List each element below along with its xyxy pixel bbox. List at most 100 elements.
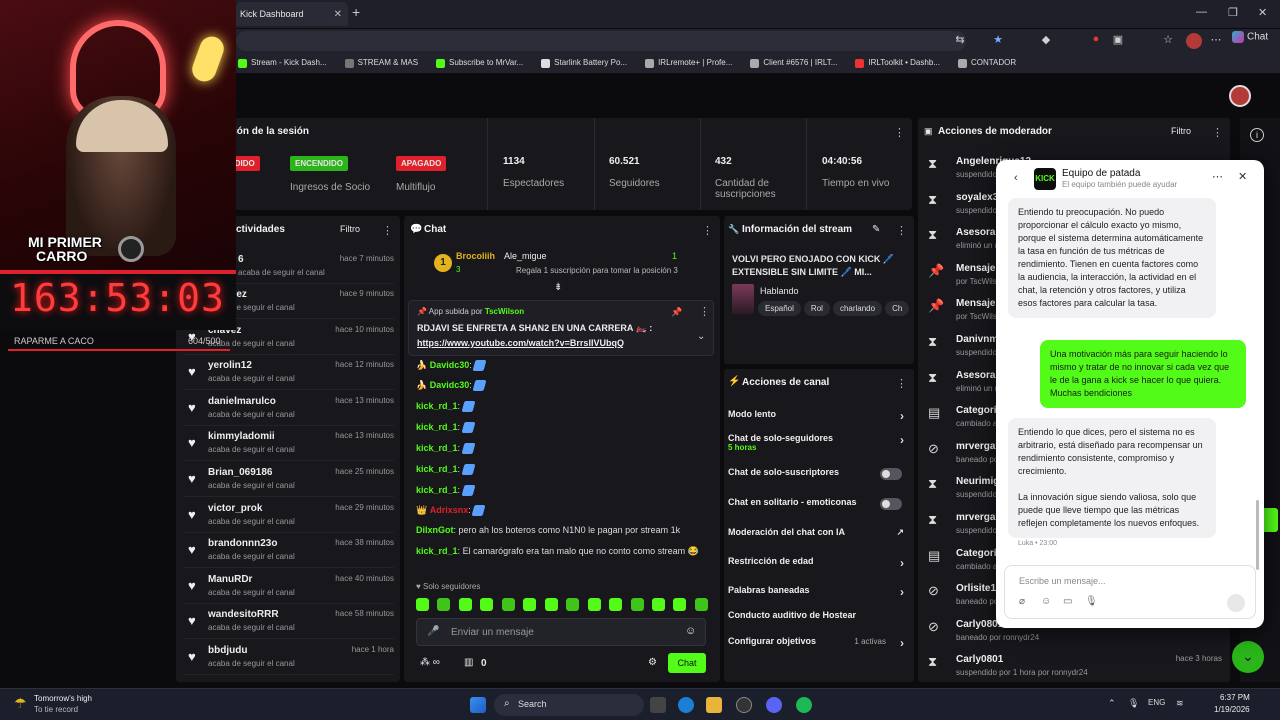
pinned-user[interactable]: TscWilson [485,307,524,316]
more-icon[interactable]: ⋮ [894,126,905,139]
more-icon[interactable]: ⋯ [1208,33,1224,49]
store-icon[interactable]: ▥ [464,657,473,668]
maximize-icon[interactable]: ❐ [1228,6,1238,19]
chat-username[interactable]: kick_rd_1 [416,443,458,453]
chat-input[interactable]: Enviar un mensaje [451,627,534,638]
new-tab-icon[interactable]: + [352,4,360,20]
gift-user[interactable]: Ale_migue [504,251,547,261]
scroll-down-button[interactable]: ⌄ [1232,641,1264,673]
extension-icon[interactable]: ● [1088,33,1104,49]
unpin-icon[interactable]: 📌 [671,307,682,318]
app-icon[interactable] [736,697,752,713]
gear-icon[interactable]: ⚙ [648,657,657,668]
channel-action-item[interactable]: Chat de solo-suscriptores [728,467,908,487]
clock-date[interactable]: 1/19/2026 [1214,705,1250,714]
emote-icon[interactable] [480,598,494,611]
info-icon[interactable]: i [1250,128,1264,142]
tray-chevron-icon[interactable]: ⌃ [1108,698,1116,709]
chat-username[interactable]: Adrixsnx [430,505,469,515]
profile-avatar[interactable] [1186,33,1202,49]
extension-icon[interactable]: ▣ [1110,33,1126,49]
bookmark-item[interactable]: IRLToolkit • Dashb... [855,58,940,68]
chat-username[interactable]: kick_rd_1 [416,422,458,432]
spotify-icon[interactable] [796,697,812,713]
mod-target[interactable]: Neurimig [956,476,999,487]
bookmark-item[interactable]: Starlink Battery Po... [541,58,627,68]
chevron-right-icon[interactable]: › [900,636,904,650]
task-view-icon[interactable] [650,697,666,713]
mic-icon[interactable]: 🎙 [1128,698,1139,709]
mod-target[interactable]: Orlisite1 [956,583,996,594]
close-window-icon[interactable]: ✕ [1258,6,1267,19]
mic-icon[interactable]: 🎙 [1085,596,1098,607]
channel-action-item[interactable]: Moderación del chat con IA ↗ [728,527,908,547]
follower-name[interactable]: yerolin12 [208,360,252,371]
tag[interactable]: Español [758,301,801,316]
translate-icon[interactable]: ⇆ [952,33,968,49]
emote-icon[interactable] [458,598,472,611]
chat-username[interactable]: kick_rd_1 [416,485,458,495]
send-icon[interactable] [1227,594,1245,612]
tag[interactable]: charlando [832,301,883,316]
emote-icon[interactable] [694,598,708,611]
more-icon[interactable]: ⋮ [896,377,907,390]
bookmark-item[interactable]: IRLremote+ | Profe... [645,58,732,68]
wifi-icon[interactable]: ≋ [1176,698,1184,709]
close-tab-icon[interactable]: ✕ [334,9,342,20]
gif-icon[interactable]: ▭ [1063,596,1072,607]
chat-username[interactable]: Davidc30 [430,360,470,370]
follower-name[interactable]: kimmyladomii [208,431,275,442]
more-icon[interactable]: ⋮ [699,305,710,318]
follower-name[interactable]: brandonnn23o [208,538,277,549]
follower-name[interactable]: ManuRDr [208,574,252,585]
more-icon[interactable]: ⋮ [702,224,713,237]
more-icon[interactable]: ⋮ [382,224,393,237]
attach-icon[interactable]: ⌀ [1019,596,1025,607]
bookmark-item[interactable]: Client #6576 | IRLT... [750,58,837,68]
channel-action-item[interactable]: Configurar objetivos › 1 activas [728,636,908,656]
side-tab[interactable] [1262,508,1278,532]
bookmark-item[interactable]: Subscribe to MrVar... [436,58,523,68]
more-icon[interactable]: ⋮ [896,224,907,237]
chevron-down-icon[interactable]: ⌄ [697,331,705,342]
favorite-star-icon[interactable]: ★ [990,33,1006,49]
send-chat-button[interactable]: Chat [668,653,706,673]
emote-icon[interactable] [609,598,623,611]
external-link-icon[interactable]: ↗ [896,527,904,538]
favorites-icon[interactable]: ☆ [1160,33,1176,49]
bookmark-item[interactable]: STREAM & MAS [344,58,418,68]
back-icon[interactable]: ‹ [1014,172,1018,184]
bookmark-item[interactable]: CONTADOR [957,58,1016,68]
gifts-icon[interactable]: ⁂ ∞ [420,657,440,668]
follower-name[interactable]: victor_prok [208,503,262,514]
scrollbar[interactable] [1256,500,1259,570]
filter-button[interactable]: Filtro [340,224,360,234]
emote-icon[interactable] [544,598,558,611]
browser-tab[interactable]: Kick Dashboard ✕ [236,2,348,26]
mic-icon[interactable]: 🎤 [427,626,439,637]
chevron-right-icon[interactable]: › [900,409,904,423]
collapse-icon[interactable]: ⇟ [554,282,562,293]
emote-icon[interactable] [566,598,580,611]
follower-name[interactable]: danielmarulco [208,396,276,407]
pinned-link[interactable]: https://www.youtube.com/watch?v=BrrslIVU… [417,338,624,348]
emote-icon[interactable] [673,598,687,611]
chat-username[interactable]: kick_rd_1 [416,546,458,556]
emote-icon[interactable] [437,598,451,611]
taskbar-search[interactable]: ⌕ Search [494,694,644,716]
user-avatar[interactable] [1229,85,1251,107]
channel-action-item[interactable]: Chat en solitario - emoticonas [728,497,908,517]
channel-action-item[interactable]: Chat de solo-seguidores 5 horas › [728,433,908,453]
extension-icon[interactable]: ◆ [1038,33,1054,49]
category-name[interactable]: Hablando [760,286,799,296]
discord-icon[interactable] [766,697,782,713]
emote-icon[interactable] [651,598,665,611]
chat-username[interactable]: Davidc30 [430,380,470,390]
emoji-icon[interactable]: ☺ [1041,596,1051,607]
follower-name[interactable]: bbdjudu [208,645,247,656]
gift-prompt[interactable]: Regala 1 suscripción para tomar la posic… [516,266,678,275]
emote-icon[interactable] [501,598,515,611]
minimize-icon[interactable]: — [1196,6,1207,18]
chat-username[interactable]: DilxnGot [416,525,454,535]
copilot-chat-button[interactable]: Chat [1232,31,1268,43]
